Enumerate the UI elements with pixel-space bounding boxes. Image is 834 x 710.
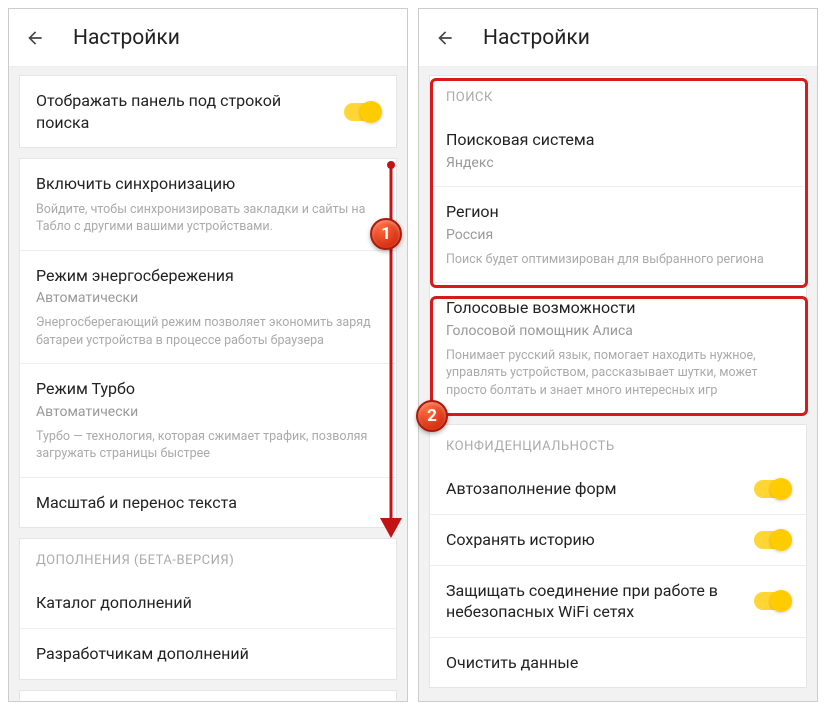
titlebar-left: Настройки <box>9 9 407 67</box>
turbo-desc: Турбо — технология, которая сжимает траф… <box>36 428 380 463</box>
badge-one: 1 <box>370 218 402 250</box>
clear-row[interactable]: Очистить данные <box>430 638 806 688</box>
wifi-row[interactable]: Защищать соединение при работе в небезоп… <box>430 566 806 638</box>
left-content: Отображать панель под строкой поиска Вкл… <box>9 67 407 701</box>
turbo-title: Режим Турбо <box>36 378 380 400</box>
wifi-toggle[interactable] <box>754 592 790 610</box>
back-arrow-icon[interactable] <box>25 28 45 48</box>
clear-label: Очистить данные <box>446 652 578 674</box>
addons-header: ДОПОЛНЕНИЯ (БЕТА-ВЕРСИЯ) <box>20 539 396 578</box>
region-desc: Поиск будет оптимизирован для выбранного… <box>446 251 790 269</box>
power-title: Режим энергосбережения <box>36 265 380 287</box>
history-row[interactable]: Сохранять историю <box>430 515 806 566</box>
privacy-header: КОНФИДЕНЦИАЛЬНОСТЬ <box>430 425 806 464</box>
history-label: Сохранять историю <box>446 529 595 551</box>
turbo-sub: Автоматически <box>36 403 380 422</box>
voice-desc: Понимает русский язык, помогает находить… <box>446 347 790 400</box>
scale-label: Масштаб и перенос текста <box>36 492 237 514</box>
engine-sub: Яндекс <box>446 154 790 173</box>
titlebar-right: Настройки <box>419 9 817 67</box>
devs-label: Разработчикам дополнений <box>36 643 249 665</box>
power-sub: Автоматически <box>36 289 380 308</box>
search-header: ПОИСК <box>430 76 806 115</box>
turbo-row[interactable]: Режим Турбо Автоматически Турбо — технол… <box>20 364 396 477</box>
scale-row[interactable]: Масштаб и перенос текста <box>20 478 396 528</box>
autofill-label: Автозаполнение форм <box>446 478 617 500</box>
badge-two: 2 <box>416 400 448 432</box>
catalog-row[interactable]: Каталог дополнений <box>20 578 396 629</box>
right-content: ПОИСК Поисковая система Яндекс Регион Ро… <box>419 67 817 701</box>
voice-sub: Голосовой помощник Алиса <box>446 322 790 341</box>
sync-row[interactable]: Включить синхронизацию Войдите, чтобы си… <box>20 159 396 251</box>
power-desc: Энергосберегающий режим позволяет эконом… <box>36 314 380 349</box>
voice-row[interactable]: Голосовые возможности Голосовой помощник… <box>430 283 806 413</box>
power-row[interactable]: Режим энергосбережения Автоматически Эне… <box>20 251 396 364</box>
autofill-toggle[interactable] <box>754 480 790 498</box>
history-toggle[interactable] <box>754 531 790 549</box>
region-row[interactable]: Регион Россия Поиск будет оптимизирован … <box>430 187 806 283</box>
page-title: Настройки <box>73 26 180 50</box>
devs-row[interactable]: Разработчикам дополнений <box>20 629 396 679</box>
engine-row[interactable]: Поисковая система Яндекс <box>430 115 806 187</box>
region-title: Регион <box>446 201 790 223</box>
voice-title: Голосовые возможности <box>446 297 790 319</box>
engine-title: Поисковая система <box>446 129 790 151</box>
right-screen: Настройки ПОИСК Поисковая система Яндекс… <box>418 8 818 702</box>
autofill-row[interactable]: Автозаполнение форм <box>430 464 806 515</box>
back-arrow-icon[interactable] <box>435 28 455 48</box>
left-screen: Настройки Отображать панель под строкой … <box>8 8 408 702</box>
wifi-label: Защищать соединение при работе в небезоп… <box>446 580 742 623</box>
region-sub: Россия <box>446 226 790 245</box>
catalog-label: Каталог дополнений <box>36 592 192 614</box>
panel-toggle-row[interactable]: Отображать панель под строкой поиска <box>20 76 396 147</box>
sync-desc: Войдите, чтобы синхронизировать закладки… <box>36 201 380 236</box>
panel-toggle-switch[interactable] <box>344 103 380 121</box>
panel-toggle-label: Отображать панель под строкой поиска <box>36 90 332 133</box>
page-title: Настройки <box>483 26 590 50</box>
sync-title: Включить синхронизацию <box>36 173 380 195</box>
